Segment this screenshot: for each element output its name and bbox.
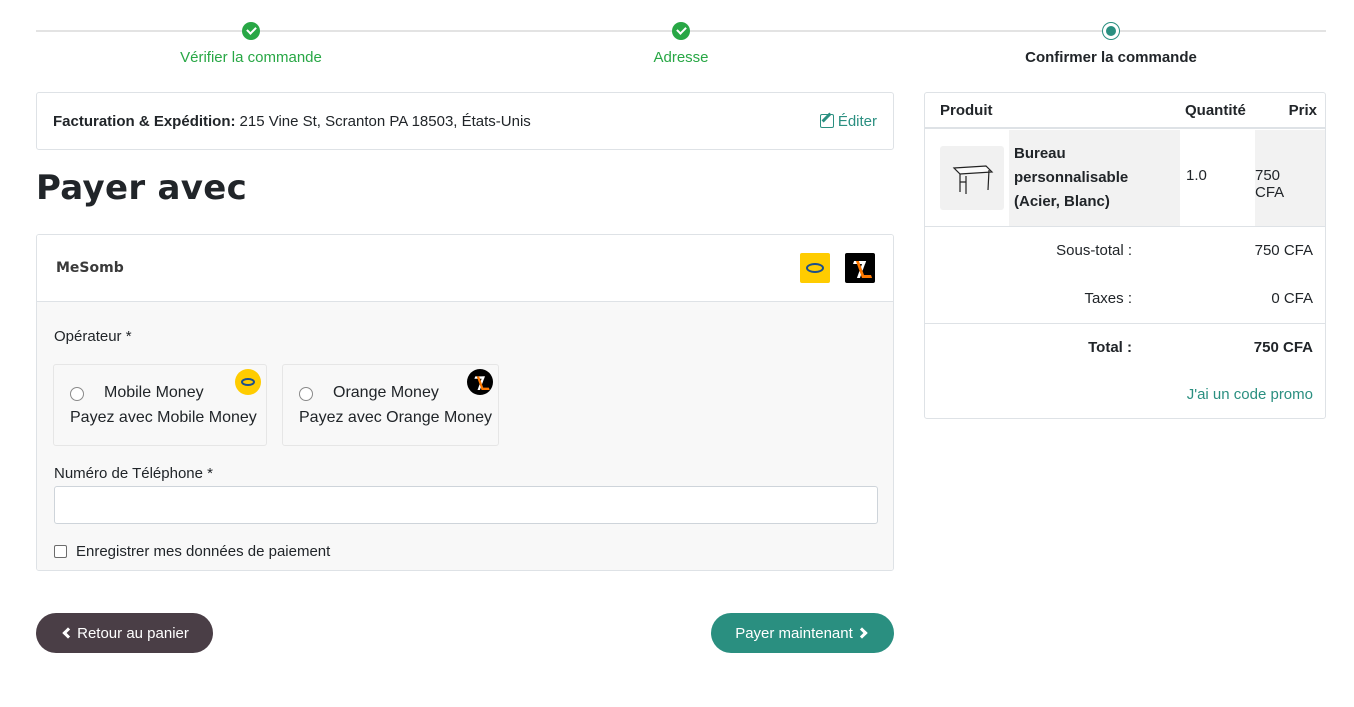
step-review-order: Vérifier la commande: [121, 18, 381, 66]
radio-button[interactable]: [70, 387, 84, 401]
edit-address-link[interactable]: Éditer: [819, 112, 877, 130]
mtn-momo-logo-icon: [800, 253, 830, 283]
step-confirm-order: Confirmer la commande: [981, 18, 1241, 66]
total-value: 750 CFA: [1253, 339, 1313, 356]
subtotal-label: Sous-total :: [1056, 242, 1132, 259]
phone-label: Numéro de Téléphone *: [54, 465, 213, 482]
billing-shipping-box: Facturation & Expédition: 215 Vine St, S…: [36, 92, 894, 150]
edit-icon: [819, 114, 834, 128]
provider-name: MeSomb: [56, 260, 124, 276]
save-checkbox[interactable]: [54, 545, 67, 558]
subtotal-value: 750 CFA: [1254, 242, 1313, 259]
col-price: Prix: [1288, 102, 1317, 119]
save-label: Enregistrer mes données de paiement: [76, 543, 331, 560]
divider: [925, 323, 1325, 324]
taxes-label: Taxes :: [1084, 290, 1132, 307]
product-image[interactable]: [940, 146, 1004, 210]
payment-form: Opérateur * Mobile Money Payez avec Mobi…: [37, 302, 893, 570]
checkout-progress: Vérifier la commande Adresse Confirmer l…: [36, 18, 1326, 74]
phone-number-input[interactable]: [54, 486, 878, 524]
save-payment-details[interactable]: Enregistrer mes données de paiement: [54, 543, 330, 560]
table-row: Bureau personnalisable (Acier, Blanc) 1.…: [925, 130, 1325, 226]
total-label: Total :: [1088, 339, 1132, 356]
payment-method-card: MeSomb Opérateur * Mobile Money Payez av…: [36, 234, 894, 571]
provider-logos: [800, 253, 875, 283]
pay-label: Payer maintenant: [735, 624, 853, 642]
operator-label: Opérateur *: [54, 328, 132, 345]
step-label: Adresse: [653, 49, 709, 66]
product-name[interactable]: Bureau personnalisable (Acier, Blanc): [1009, 130, 1180, 226]
operator-option-mobile-money[interactable]: Mobile Money Payez avec Mobile Money: [53, 364, 267, 446]
operator-description: Payez avec Mobile Money: [70, 409, 257, 426]
step-label: Confirmer la commande: [1025, 49, 1197, 66]
price-cell: 750 CFA: [1255, 130, 1325, 226]
current-step-icon: [1102, 22, 1120, 40]
edit-label: Éditer: [837, 112, 877, 130]
step-address: Adresse: [551, 18, 811, 66]
pay-now-button[interactable]: Payer maintenant: [711, 613, 894, 653]
back-to-cart-button[interactable]: Retour au panier: [36, 613, 213, 653]
operator-name: Mobile Money: [104, 384, 204, 401]
col-quantity: Quantité: [1185, 102, 1246, 119]
summary-header: Produit Quantité Prix: [925, 93, 1325, 129]
page-title: Payer avec: [36, 168, 248, 208]
billing-address: 215 Vine St, Scranton PA 18503, États-Un…: [239, 112, 531, 130]
check-circle-icon: [672, 22, 690, 40]
payment-provider-header[interactable]: MeSomb: [37, 235, 893, 302]
product-quantity: 1.0: [1186, 167, 1207, 184]
order-summary: Produit Quantité Prix Bureau personnalis…: [924, 92, 1326, 419]
back-label: Retour au panier: [77, 624, 189, 642]
mtn-momo-logo-icon: [235, 369, 261, 395]
divider: [925, 226, 1325, 227]
chevron-right-icon: [856, 627, 868, 639]
operator-option-orange-money[interactable]: Orange Money Payez avec Orange Money: [282, 364, 499, 446]
orange-money-logo-icon: [845, 253, 875, 283]
product-price: 750 CFA: [1255, 167, 1285, 201]
operator-description: Payez avec Orange Money: [299, 409, 492, 426]
radio-button[interactable]: [299, 387, 313, 401]
desk-icon: [952, 165, 994, 194]
step-label: Vérifier la commande: [180, 49, 322, 66]
orange-money-logo-icon: [467, 369, 493, 395]
billing-label: Facturation & Expédition:: [53, 112, 236, 130]
taxes-value: 0 CFA: [1271, 290, 1313, 307]
chevron-left-icon: [62, 627, 74, 639]
check-circle-icon: [242, 22, 260, 40]
promo-code-link[interactable]: J'ai un code promo: [1187, 386, 1313, 403]
operator-name: Orange Money: [333, 384, 439, 401]
col-product: Produit: [940, 102, 993, 119]
